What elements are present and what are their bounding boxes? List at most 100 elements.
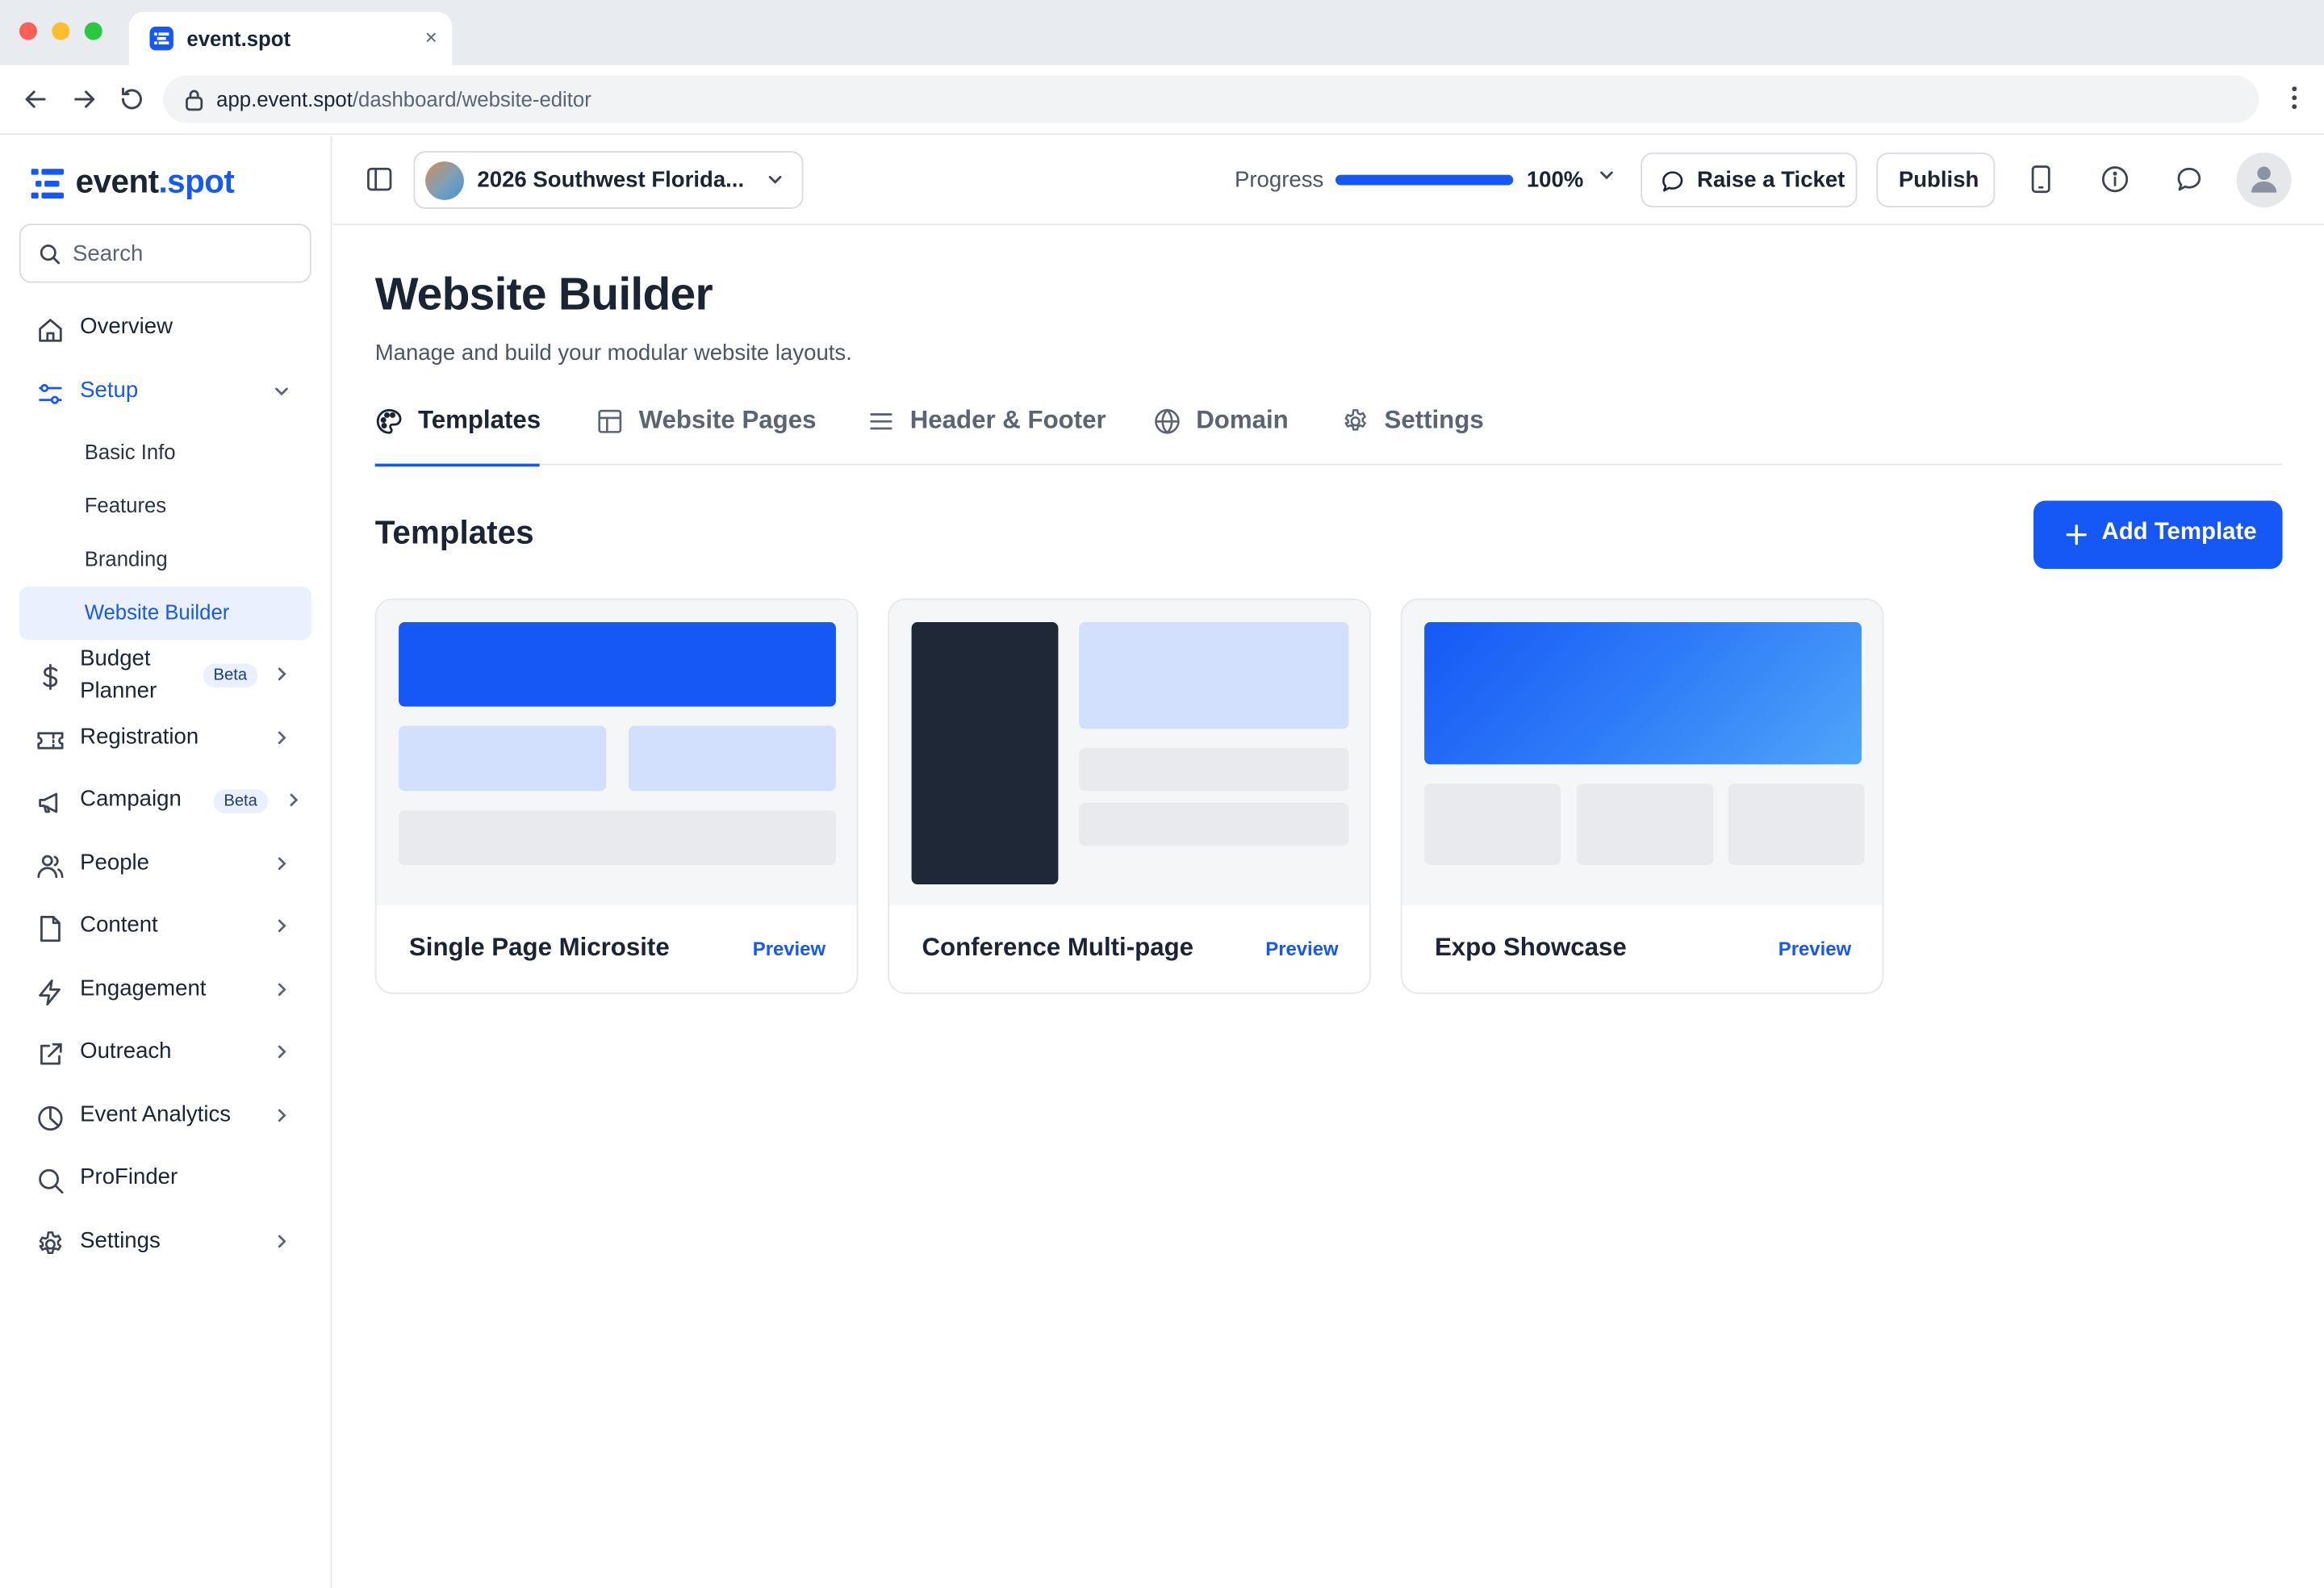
url-path: /dashboard/website-editor (352, 87, 591, 111)
publish-label: Publish (1898, 167, 1979, 193)
sidebar-item-event-analytics[interactable]: Event Analytics (19, 1090, 311, 1143)
template-thumbnail (889, 600, 1370, 905)
progress-chevron-down-icon[interactable] (1598, 166, 1616, 184)
chevron-right-icon (278, 857, 286, 871)
reload-icon[interactable] (117, 85, 147, 115)
sidebar-item-label: Event Analytics (80, 1101, 232, 1128)
preview-link[interactable]: Preview (1265, 938, 1338, 960)
add-template-button[interactable]: Add Template (2033, 500, 2283, 569)
chat-icon[interactable] (2174, 165, 2204, 194)
sidebar-item-profinder[interactable]: ProFinder (19, 1152, 311, 1206)
tab-templates[interactable]: Templates (374, 399, 541, 467)
sidebar-item-engagement[interactable]: Engagement (19, 964, 311, 1018)
logo-dot-text: . (158, 162, 168, 200)
thumbnail-column-block (628, 725, 836, 792)
url-field[interactable]: app.event.spot/dashboard/website-editor (163, 75, 2259, 123)
browser-tab-bar: event.spot × (0, 0, 2324, 65)
tab-domain[interactable]: Domain (1153, 399, 1289, 466)
thumbnail-booth-block (1728, 784, 1865, 866)
event-avatar (425, 161, 464, 200)
tab-label: Domain (1196, 406, 1289, 434)
sidebar-item-label-line2: Planner (80, 678, 157, 704)
sidebar-item-registration[interactable]: Registration (19, 713, 311, 766)
sidebar-search-input[interactable]: Search (19, 224, 311, 283)
tab-settings[interactable]: Settings (1341, 399, 1484, 466)
sidebar-item-label: Engagement (80, 976, 207, 1002)
sidebar-subitem-features[interactable]: Features (19, 480, 311, 533)
tab-label: Settings (1384, 406, 1484, 434)
palette-icon (376, 408, 402, 434)
sidebar: event.spot Search Overview Setup Basic I… (0, 136, 332, 1588)
tab-header-footer[interactable]: Header & Footer (867, 399, 1106, 466)
sidebar-subitem-basic-info[interactable]: Basic Info (19, 427, 311, 480)
logo-spot-text: spot (167, 162, 235, 200)
beta-badge: Beta (203, 663, 257, 687)
tab-bar: Templates Website Pages Header & Footer … (374, 399, 2283, 467)
user-avatar[interactable] (2236, 153, 2292, 208)
tab-website-pages[interactable]: Website Pages (596, 399, 816, 466)
progress-bar-fill (1335, 174, 1514, 186)
sidebar-item-budget-planner[interactable]: Budget Planner Beta (19, 645, 311, 710)
section-title: Templates (374, 514, 534, 551)
chevron-right-icon (278, 667, 286, 681)
globe-icon (1155, 408, 1180, 435)
publish-button[interactable]: Publish (1876, 153, 1996, 208)
tab-label: Website Pages (638, 406, 817, 434)
gear-icon (1344, 409, 1366, 431)
mobile-preview-icon[interactable] (2028, 165, 2054, 194)
tab-close-icon[interactable]: × (425, 25, 437, 48)
main-content: Website Builder Manage and build your mo… (333, 227, 2324, 1588)
home-icon (39, 319, 62, 342)
thumbnail-row-block (1079, 748, 1349, 792)
back-arrow-icon[interactable] (21, 85, 51, 115)
sidebar-item-setup[interactable]: Setup (19, 366, 311, 419)
search-icon (39, 1168, 64, 1194)
window-maximize-dot[interactable] (84, 22, 102, 40)
browser-tab[interactable]: event.spot × (128, 11, 453, 65)
sidebar-subitem-label: Website Builder (84, 600, 230, 624)
sidebar-item-outreach[interactable]: Outreach (19, 1026, 311, 1080)
search-placeholder: Search (72, 241, 144, 267)
raise-ticket-button[interactable]: Raise a Ticket (1641, 153, 1858, 208)
pie-chart-icon (38, 1105, 63, 1131)
thumbnail-hero-block (399, 622, 836, 707)
browser-menu-icon[interactable] (2292, 86, 2297, 110)
sidebar-item-label: ProFinder (80, 1164, 178, 1190)
info-icon[interactable] (2100, 165, 2130, 194)
window-close-dot[interactable] (19, 22, 37, 40)
window-minimize-dot[interactable] (52, 22, 70, 40)
sidebar-item-label: Content (80, 912, 158, 938)
thumbnail-booth-block (1424, 784, 1561, 866)
raise-ticket-label: Raise a Ticket (1697, 167, 1845, 193)
sidebar-subitem-website-builder[interactable]: Website Builder (19, 586, 311, 641)
chevron-right-icon (278, 1235, 286, 1248)
forward-arrow-icon[interactable] (69, 85, 99, 115)
sidebar-toggle-icon[interactable] (366, 166, 393, 193)
logo-event-text: event (75, 162, 159, 200)
add-template-label: Add Template (2101, 520, 2257, 545)
favicon-icon (149, 27, 173, 51)
event-selector[interactable]: 2026 Southwest Florida... (413, 151, 804, 209)
sidebar-item-overview[interactable]: Overview (19, 303, 311, 356)
sidebar-subitem-branding[interactable]: Branding (19, 533, 311, 587)
sidebar-item-label: Settings (80, 1227, 161, 1254)
template-card-conference[interactable]: Conference Multi-page Preview (888, 598, 1371, 994)
preview-link[interactable]: Preview (753, 938, 826, 960)
template-card-single-page[interactable]: Single Page Microsite Preview (374, 598, 859, 994)
chevron-right-icon (278, 1045, 286, 1059)
template-card-expo[interactable]: Expo Showcase Preview (1400, 598, 1884, 994)
page-title: Website Builder (374, 268, 713, 320)
sidebar-item-campaign[interactable]: Campaign Beta (19, 775, 311, 828)
url-host: app.event.spot (216, 87, 353, 111)
thumbnail-row-block (1079, 803, 1349, 846)
sidebar-item-people[interactable]: People (19, 838, 311, 892)
sidebar-item-content[interactable]: Content (19, 901, 311, 954)
sidebar-item-settings[interactable]: Settings (19, 1216, 311, 1269)
layout-icon (598, 409, 622, 433)
sidebar-subitem-label: Branding (84, 546, 168, 570)
preview-link[interactable]: Preview (1779, 938, 1851, 960)
sidebar-item-label: Outreach (80, 1038, 172, 1064)
chevron-right-icon (278, 1109, 286, 1122)
chat-bubble-icon (1662, 171, 1683, 192)
thumbnail-booth-block (1577, 784, 1714, 866)
